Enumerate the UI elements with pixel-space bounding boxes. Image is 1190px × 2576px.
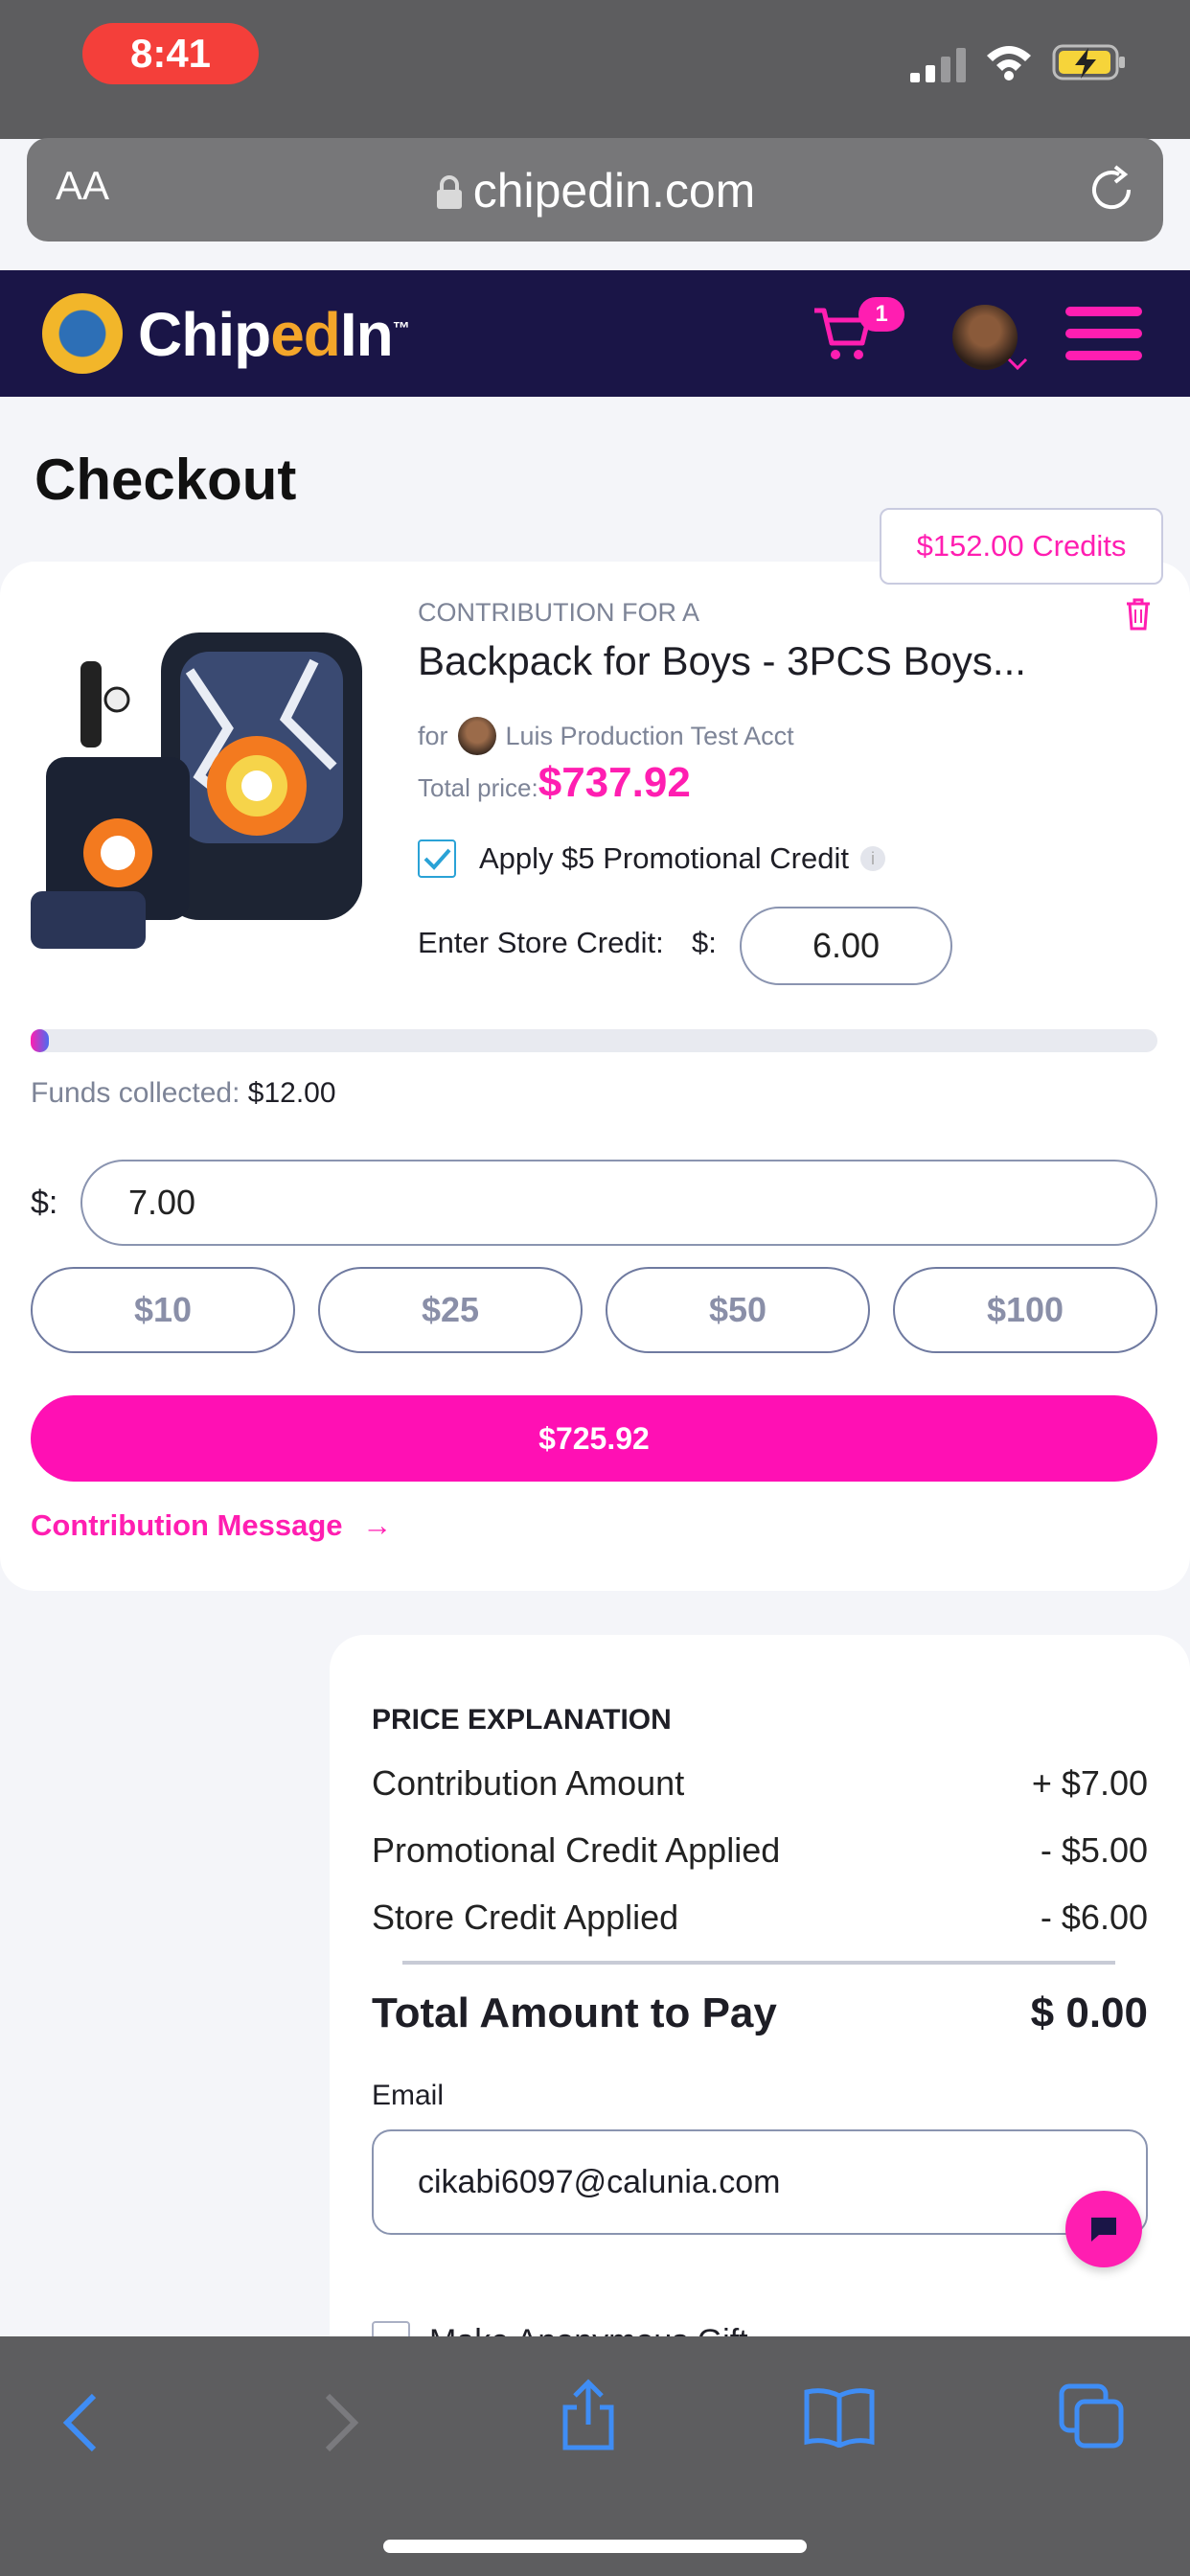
funds-value: $12.00 — [247, 1077, 336, 1109]
contribution-amount-input[interactable]: 7.00 — [80, 1160, 1157, 1246]
item-name[interactable]: Backpack for Boys - 3PCS Boys... — [418, 638, 1026, 684]
price-row-label: Store Credit Applied — [372, 1898, 679, 1937]
site-header: ChipedIn™ 1 — [0, 270, 1190, 397]
price-row-value: - $5.00 — [1040, 1830, 1148, 1870]
funds-label: Funds collected: — [31, 1077, 240, 1109]
item-overline: CONTRIBUTION FOR A — [418, 598, 700, 627]
price-row-value: + $7.00 — [1031, 1763, 1148, 1803]
quick-amount-10-button[interactable]: $10 — [31, 1267, 295, 1353]
trash-icon[interactable] — [1123, 596, 1154, 631]
total-price-line: Total price: $737.92 — [418, 759, 691, 807]
for-label: for — [418, 721, 448, 750]
chat-button[interactable] — [1065, 2191, 1142, 2267]
pay-button[interactable]: $725.92 — [31, 1395, 1157, 1482]
wifi-icon — [987, 46, 1031, 80]
chevron-down-icon[interactable] — [1006, 356, 1029, 372]
back-icon[interactable] — [61, 2392, 100, 2453]
total-price-label: Total price: — [418, 773, 538, 802]
status-time: 8:41 — [82, 23, 259, 84]
price-row-store-credit: Store Credit Applied - $6.00 — [372, 1898, 1148, 1938]
logo-icon[interactable] — [42, 293, 123, 374]
promo-credit-row: Apply $5 Promotional Credit i — [418, 840, 885, 878]
address-bar[interactable]: AA chipedin.com — [27, 138, 1163, 242]
quick-amount-100-button[interactable]: $100 — [893, 1267, 1157, 1353]
battery-charging-icon — [1052, 44, 1125, 80]
credits-button[interactable]: $152.00 Credits — [880, 508, 1163, 585]
price-row-promo: Promotional Credit Applied - $5.00 — [372, 1830, 1148, 1871]
funds-progress-bar — [31, 1029, 1157, 1052]
contribution-message-label: Contribution Message — [31, 1508, 343, 1542]
price-row-contribution: Contribution Amount + $7.00 — [372, 1763, 1148, 1804]
checkmark-icon — [423, 848, 451, 870]
divider — [402, 1961, 1115, 1965]
amount-currency: $: — [31, 1184, 58, 1221]
page-title: Checkout — [34, 448, 297, 512]
promo-credit-label: Apply $5 Promotional Credit — [479, 841, 849, 875]
hamburger-menu-icon[interactable] — [1065, 305, 1142, 362]
logo-part-2: ed — [270, 300, 341, 369]
recipient-avatar — [457, 717, 496, 755]
store-credit-input[interactable]: 6.00 — [740, 907, 952, 985]
logo-wordmark[interactable]: ChipedIn™ — [138, 299, 410, 370]
status-bar: 8:41 — [0, 0, 1190, 139]
total-amount-label: Total Amount to Pay — [372, 1990, 777, 2036]
funds-progress-fill — [31, 1029, 49, 1052]
share-icon[interactable] — [560, 2379, 617, 2451]
funds-collected: Funds collected: $12.00 — [31, 1077, 336, 1110]
email-field[interactable]: cikabi6097@calunia.com — [372, 2129, 1148, 2235]
bookmarks-icon[interactable] — [803, 2386, 876, 2448]
product-image — [31, 632, 362, 949]
quick-amount-25-button[interactable]: $25 — [318, 1267, 583, 1353]
contribution-message-link[interactable]: Contribution Message → — [31, 1508, 392, 1543]
total-amount-row: Total Amount to Pay $ 0.00 — [372, 1990, 1148, 2037]
forward-icon[interactable] — [322, 2392, 360, 2453]
price-row-label: Contribution Amount — [372, 1763, 685, 1803]
cellular-signal-icon — [910, 48, 966, 82]
arrow-right-icon: → — [362, 1508, 393, 1542]
logo-trademark: ™ — [392, 318, 410, 338]
cart-count-badge: 1 — [858, 297, 904, 332]
recipient-name[interactable]: Luis Production Test Acct — [506, 722, 794, 751]
lock-icon — [436, 175, 462, 209]
total-amount-value: $ 0.00 — [1030, 1990, 1148, 2036]
home-indicator — [383, 2540, 807, 2553]
url-text[interactable]: chipedin.com — [27, 163, 1163, 218]
anonymous-gift-label: Make Anonymous Gift — [429, 2323, 748, 2336]
logo-part-1: Chip — [138, 300, 271, 369]
price-row-value: - $6.00 — [1040, 1898, 1148, 1937]
reload-icon[interactable] — [1087, 163, 1140, 217]
chat-bubble-icon — [1091, 2218, 1116, 2242]
price-row-label: Promotional Credit Applied — [372, 1830, 781, 1870]
quick-amount-50-button[interactable]: $50 — [606, 1267, 870, 1353]
promo-credit-checkbox[interactable] — [418, 840, 456, 878]
store-credit-label: Enter Store Credit: — [418, 926, 664, 959]
email-label: Email — [372, 2080, 445, 2111]
logo-part-3: In — [339, 300, 394, 369]
tabs-icon[interactable] — [1058, 2382, 1125, 2450]
recipient-line: for Luis Production Test Acct — [418, 717, 794, 755]
store-credit-currency: $: — [692, 926, 717, 959]
url-label: chipedin.com — [472, 164, 756, 218]
price-explanation-heading: PRICE EXPLANATION — [372, 1704, 672, 1736]
total-price-value: $737.92 — [538, 759, 691, 806]
info-icon[interactable]: i — [859, 846, 885, 871]
